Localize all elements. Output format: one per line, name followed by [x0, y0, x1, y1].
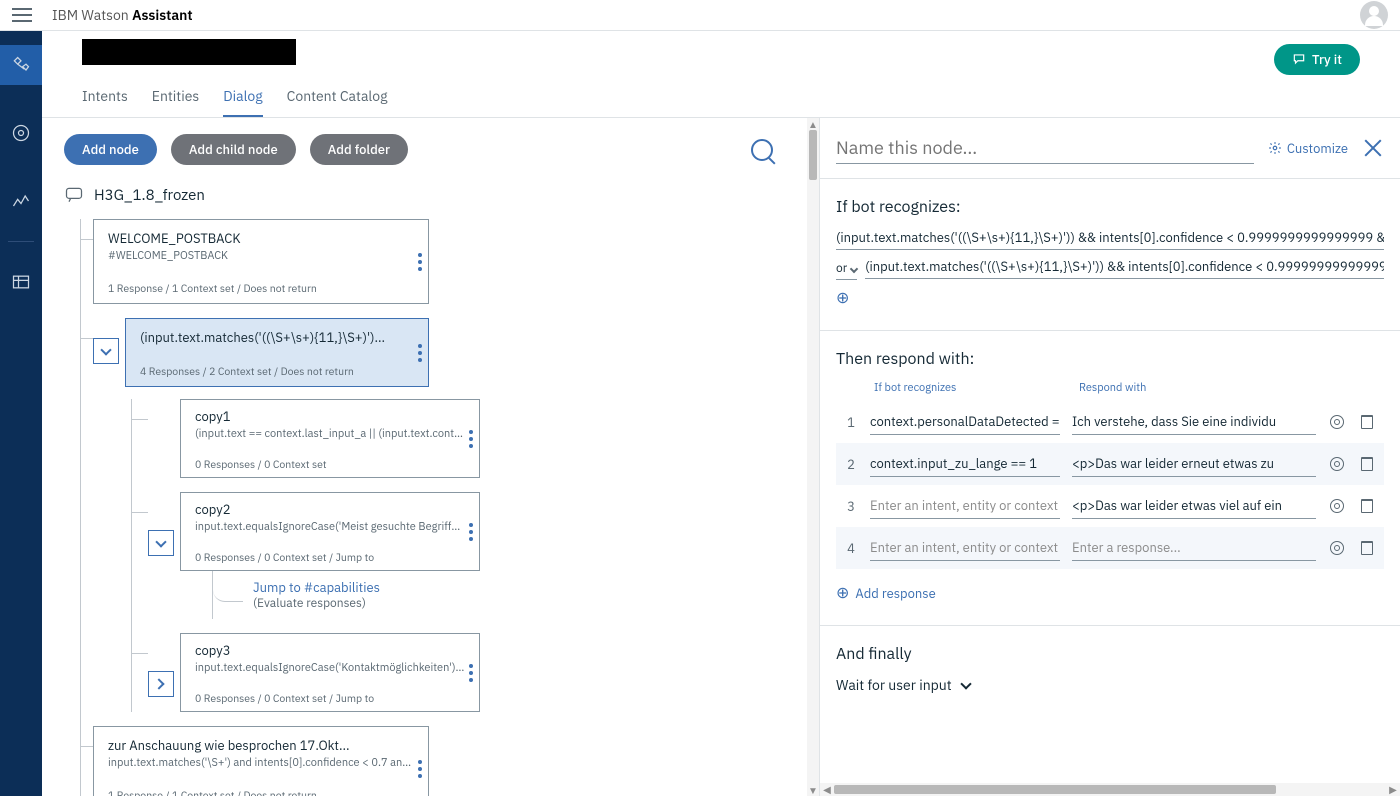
tab-entities[interactable]: Entities: [152, 79, 199, 117]
if-recognizes-input[interactable]: [870, 493, 1060, 519]
root-name: H3G_1.8_frozen: [94, 186, 205, 205]
dialog-node[interactable]: copy3 input.text.equalsIgnoreCase('Konta…: [180, 633, 480, 712]
try-it-button[interactable]: Try it: [1274, 44, 1360, 75]
rail-catalog-icon[interactable]: [0, 262, 42, 302]
row-number: 4: [844, 540, 858, 557]
tab-content-catalog[interactable]: Content Catalog: [287, 79, 388, 117]
rail-deploy-icon[interactable]: [0, 113, 42, 153]
dialog-root: H3G_1.8_frozen: [64, 185, 807, 205]
collapse-icon[interactable]: [93, 338, 119, 364]
add-node-button[interactable]: Add node: [64, 134, 157, 165]
scroll-down-icon: ▼: [807, 784, 819, 796]
node-menu-icon[interactable]: [418, 253, 422, 271]
node-title: copy1: [195, 408, 465, 425]
col-respond-with: Respond with: [1079, 381, 1376, 395]
search-icon[interactable]: [751, 139, 773, 161]
add-response-button[interactable]: ⊕Add response: [836, 583, 1384, 603]
node-meta: 4 Responses / 2 Context set / Does not r…: [140, 364, 414, 378]
node-menu-icon[interactable]: [469, 430, 473, 448]
jump-to-sub: (Evaluate responses): [253, 596, 807, 611]
scroll-up-icon: ▲: [807, 118, 819, 130]
finally-action[interactable]: Wait for user input: [836, 676, 952, 694]
node-condition: input.text.matches('\S+') and intents[0]…: [108, 756, 414, 770]
node-condition: #WELCOME_POSTBACK: [108, 249, 414, 263]
node-meta: 0 Responses / 0 Context set / Jump to: [195, 691, 465, 705]
chevron-down-icon[interactable]: [960, 678, 971, 689]
gear-icon[interactable]: [1328, 413, 1346, 431]
row-number: 2: [844, 456, 858, 473]
menu-icon[interactable]: [12, 8, 32, 22]
add-child-node-button[interactable]: Add child node: [171, 134, 296, 165]
gear-icon[interactable]: [1328, 539, 1346, 557]
dialog-node-selected[interactable]: (input.text.matches('((\S+\s+){11,}\S+)'…: [125, 318, 429, 387]
and-finally-label: And finally: [836, 644, 1384, 664]
rail-improve-icon[interactable]: [0, 181, 42, 221]
trash-icon[interactable]: [1358, 539, 1376, 557]
response-row: 4: [836, 527, 1384, 569]
respond-with-input[interactable]: [1072, 451, 1316, 477]
node-title: copy2: [195, 501, 465, 518]
node-menu-icon[interactable]: [418, 344, 422, 362]
expand-icon[interactable]: [148, 671, 174, 697]
condition-field[interactable]: (input.text.matches('((\S+\s+){11,}\S+)'…: [836, 229, 1384, 250]
dialog-node[interactable]: copy2 input.text.equalsIgnoreCase('Meist…: [180, 492, 480, 571]
add-folder-button[interactable]: Add folder: [310, 134, 408, 165]
respond-with-input[interactable]: [1072, 493, 1316, 519]
node-meta: 1 Response / 1 Context set / Does not re…: [108, 788, 414, 796]
if-recognizes-input[interactable]: [870, 535, 1060, 561]
collapse-icon[interactable]: [148, 530, 174, 556]
gear-icon[interactable]: [1328, 497, 1346, 515]
jump-to-link[interactable]: Jump to #capabilities: [253, 579, 807, 596]
node-condition: input.text.equalsIgnoreCase('Kontaktmögl…: [195, 661, 465, 675]
node-meta: 1 Response / 1 Context set / Does not re…: [108, 281, 414, 295]
row-number: 1: [844, 414, 858, 431]
if-bot-recognizes-label: If bot recognizes:: [836, 197, 1384, 217]
dialog-node[interactable]: zur Anschauung wie besprochen 17.Okt... …: [93, 726, 429, 796]
assistant-name-redacted: [82, 39, 296, 65]
node-meta: 0 Responses / 0 Context set / Jump to: [195, 550, 465, 564]
tab-dialog[interactable]: Dialog: [223, 79, 262, 117]
rail-build-icon[interactable]: [0, 45, 42, 85]
node-condition: (input.text == context.last_input_a || (…: [195, 427, 465, 441]
node-name-input[interactable]: [836, 132, 1254, 164]
left-rail: [0, 31, 42, 796]
response-row: 1: [836, 401, 1384, 443]
node-menu-icon[interactable]: [469, 523, 473, 541]
product-brand: IBM Watson Assistant: [52, 6, 193, 24]
trash-icon[interactable]: [1358, 455, 1376, 473]
if-recognizes-input[interactable]: [870, 451, 1060, 477]
node-menu-icon[interactable]: [469, 664, 473, 682]
node-title: WELCOME_POSTBACK: [108, 230, 414, 247]
dialog-node[interactable]: copy1 (input.text == context.last_input_…: [180, 399, 480, 478]
close-icon[interactable]: [1362, 137, 1384, 159]
tree-scrollbar[interactable]: ▲ ▼: [807, 118, 819, 796]
if-recognizes-input[interactable]: [870, 409, 1060, 435]
tab-intents[interactable]: Intents: [82, 79, 128, 117]
workspace-header: Try it Intents Entities Dialog Content C…: [42, 31, 1400, 118]
row-number: 3: [844, 498, 858, 515]
respond-with-input[interactable]: [1072, 535, 1316, 561]
respond-with-input[interactable]: [1072, 409, 1316, 435]
user-avatar-icon[interactable]: [1360, 1, 1388, 29]
condition-field[interactable]: (input.text.matches('((\S+\s+){11,}\S+)'…: [865, 258, 1384, 279]
node-condition: input.text.equalsIgnoreCase('Meist gesuc…: [195, 520, 465, 534]
dialog-node[interactable]: WELCOME_POSTBACK #WELCOME_POSTBACK 1 Res…: [93, 219, 429, 304]
node-title: copy3: [195, 642, 465, 659]
or-connector[interactable]: or: [836, 258, 857, 280]
node-title: (input.text.matches('((\S+\s+){11,}\S+)'…: [140, 329, 414, 346]
response-row: 3: [836, 485, 1384, 527]
node-menu-icon[interactable]: [418, 760, 422, 778]
app-topbar: IBM Watson Assistant: [0, 0, 1400, 31]
response-row: 2: [836, 443, 1384, 485]
add-condition-icon[interactable]: ⊕: [836, 288, 1384, 308]
then-respond-label: Then respond with:: [836, 349, 1384, 369]
customize-button[interactable]: Customize: [1268, 140, 1348, 157]
trash-icon[interactable]: [1358, 497, 1376, 515]
gear-icon[interactable]: [1328, 455, 1346, 473]
editor-h-scrollbar[interactable]: ◀▶: [820, 783, 1400, 796]
node-meta: 0 Responses / 0 Context set: [195, 457, 465, 471]
node-title: zur Anschauung wie besprochen 17.Okt...: [108, 737, 414, 754]
col-if-recognizes: If bot recognizes: [874, 381, 1079, 395]
trash-icon[interactable]: [1358, 413, 1376, 431]
